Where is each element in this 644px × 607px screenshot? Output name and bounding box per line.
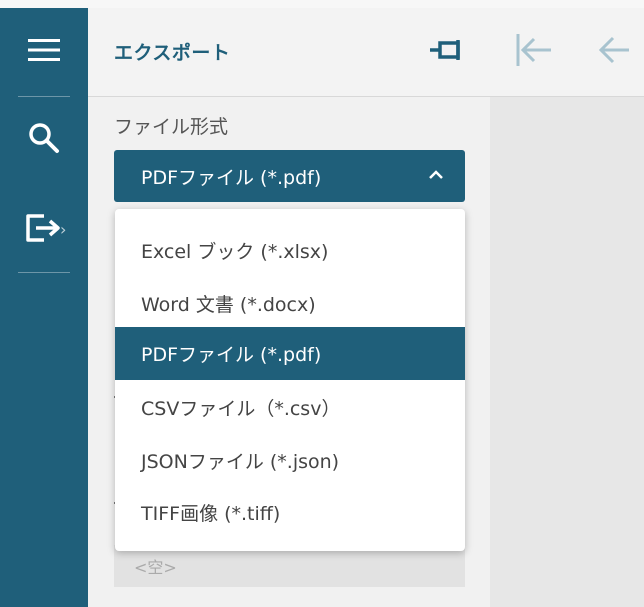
chevron-up-icon: [427, 166, 445, 184]
arrow-to-start-icon: [515, 32, 553, 72]
preview-area: [490, 97, 644, 607]
option-excel[interactable]: Excel ブック (*.xlsx): [115, 224, 465, 277]
search-button[interactable]: [0, 100, 88, 180]
export-button[interactable]: ›: [0, 190, 88, 270]
empty-placeholder: <空>: [134, 558, 177, 577]
file-format-label: ファイル形式: [114, 116, 229, 138]
pin-button[interactable]: [426, 32, 466, 72]
option-label: TIFF画像 (*.tiff): [141, 503, 281, 525]
nav-rail: ›: [0, 8, 88, 607]
selected-format-text: PDFファイル (*.pdf): [141, 166, 322, 189]
rail-divider: [18, 272, 70, 273]
menu-icon: [27, 37, 61, 67]
option-label: PDFファイル (*.pdf): [141, 344, 322, 366]
format-dropdown-list: Excel ブック (*.xlsx) Word 文書 (*.docx) PDFフ…: [115, 209, 465, 551]
search-icon: [28, 122, 60, 158]
menu-button[interactable]: [0, 12, 88, 92]
option-json[interactable]: JSONファイル (*.json): [115, 434, 465, 487]
panel-header: エクスポート: [88, 8, 644, 97]
option-pdf[interactable]: PDFファイル (*.pdf): [115, 327, 465, 380]
arrow-left-icon: [598, 34, 630, 70]
empty-field[interactable]: <空>: [114, 545, 465, 587]
collapse-panel-button[interactable]: [514, 32, 554, 72]
panel-title: エクスポート: [114, 42, 231, 64]
option-word[interactable]: Word 文書 (*.docx): [115, 277, 465, 330]
option-label: Excel ブック (*.xlsx): [141, 241, 329, 263]
rail-divider: [18, 96, 70, 97]
option-label: JSONファイル (*.json): [141, 451, 340, 473]
option-label: CSVファイル（*.csv）: [141, 398, 341, 420]
file-format-select[interactable]: PDFファイル (*.pdf): [114, 150, 465, 202]
back-button[interactable]: [594, 32, 634, 72]
option-csv[interactable]: CSVファイル（*.csv）: [115, 381, 465, 434]
app-root: › エクスポート ファイル形式 PDFファイル (*.pdf) <空> Exce…: [0, 0, 644, 607]
option-label: Word 文書 (*.docx): [141, 294, 316, 316]
option-tiff[interactable]: TIFF画像 (*.tiff): [115, 486, 465, 539]
chevron-right-icon: ›: [60, 220, 67, 239]
pin-icon: [428, 38, 464, 66]
export-icon: [24, 213, 64, 247]
